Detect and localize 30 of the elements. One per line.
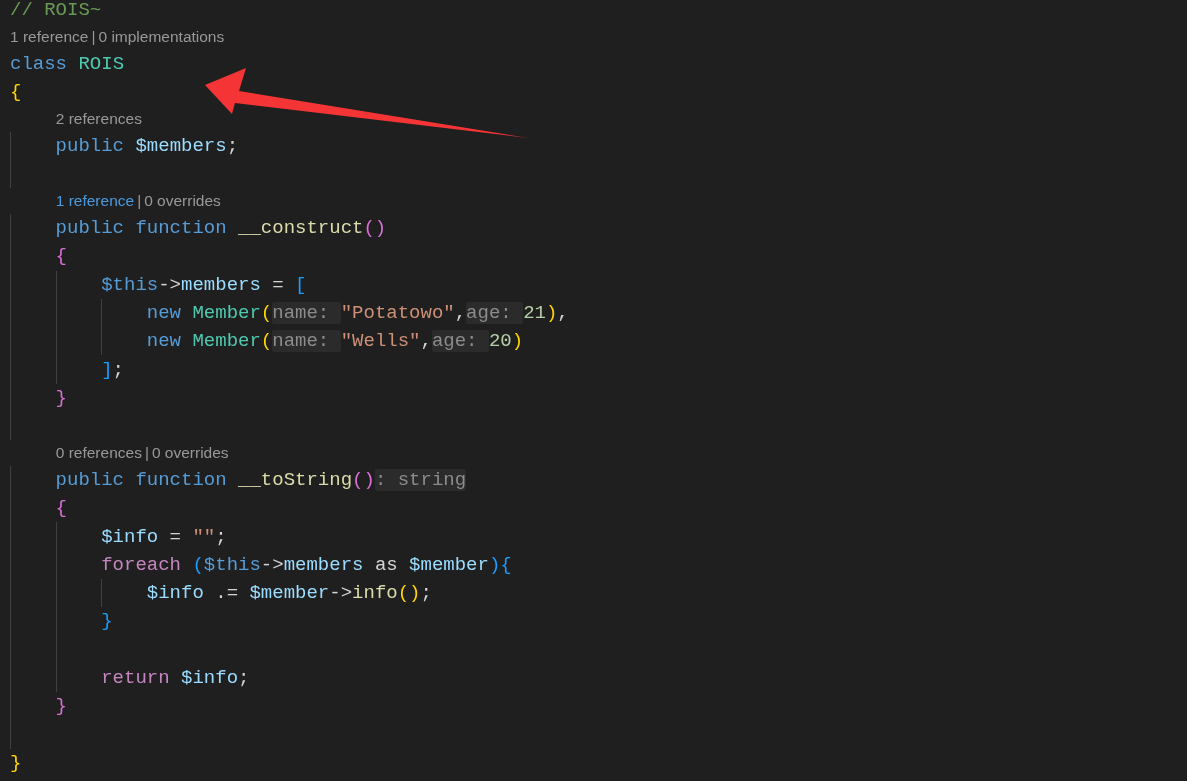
code-line: }	[55, 386, 67, 409]
code-line: $info .= $member->info();	[146, 582, 432, 605]
code-line: }	[10, 751, 22, 774]
codelens-link[interactable]: 0 references	[55, 444, 142, 463]
code-line: public $members;	[55, 135, 239, 158]
code-line: {	[10, 81, 22, 104]
code-line: }	[55, 695, 67, 718]
codelens-link[interactable]: 2 references	[55, 110, 142, 129]
separator-text: |	[91, 28, 96, 47]
codelens-link[interactable]: 1 reference	[55, 192, 135, 211]
code-line: ];	[101, 358, 124, 381]
code-line: $info = "";	[101, 525, 227, 548]
separator-text: |	[144, 444, 149, 463]
code-line: foreach ($this->members as $member){	[101, 553, 512, 576]
code-line: new Member(name: "Potatowo",age: 21),	[146, 302, 569, 324]
codelens-link[interactable]: 0 overrides	[151, 444, 229, 463]
code-line: {	[55, 497, 67, 520]
code-line: class ROIS	[10, 52, 125, 75]
codelens-link[interactable]: 1 reference	[10, 28, 89, 47]
codelens-link[interactable]: 0 overrides	[144, 192, 221, 211]
codelens-link[interactable]: 0 implementations	[98, 28, 225, 47]
code-line: }	[101, 610, 113, 633]
code-line: $this->members = [	[101, 273, 307, 296]
code-line: public function __toString(): string	[55, 469, 467, 491]
code-line: public function __construct()	[55, 217, 387, 240]
code-line: new Member(name: "Wells",age: 20)	[146, 330, 524, 353]
code-comment: // ROIS~	[10, 0, 102, 22]
separator-text: |	[137, 192, 142, 211]
code-line: {	[55, 245, 67, 268]
code-line: return $info;	[101, 667, 250, 690]
